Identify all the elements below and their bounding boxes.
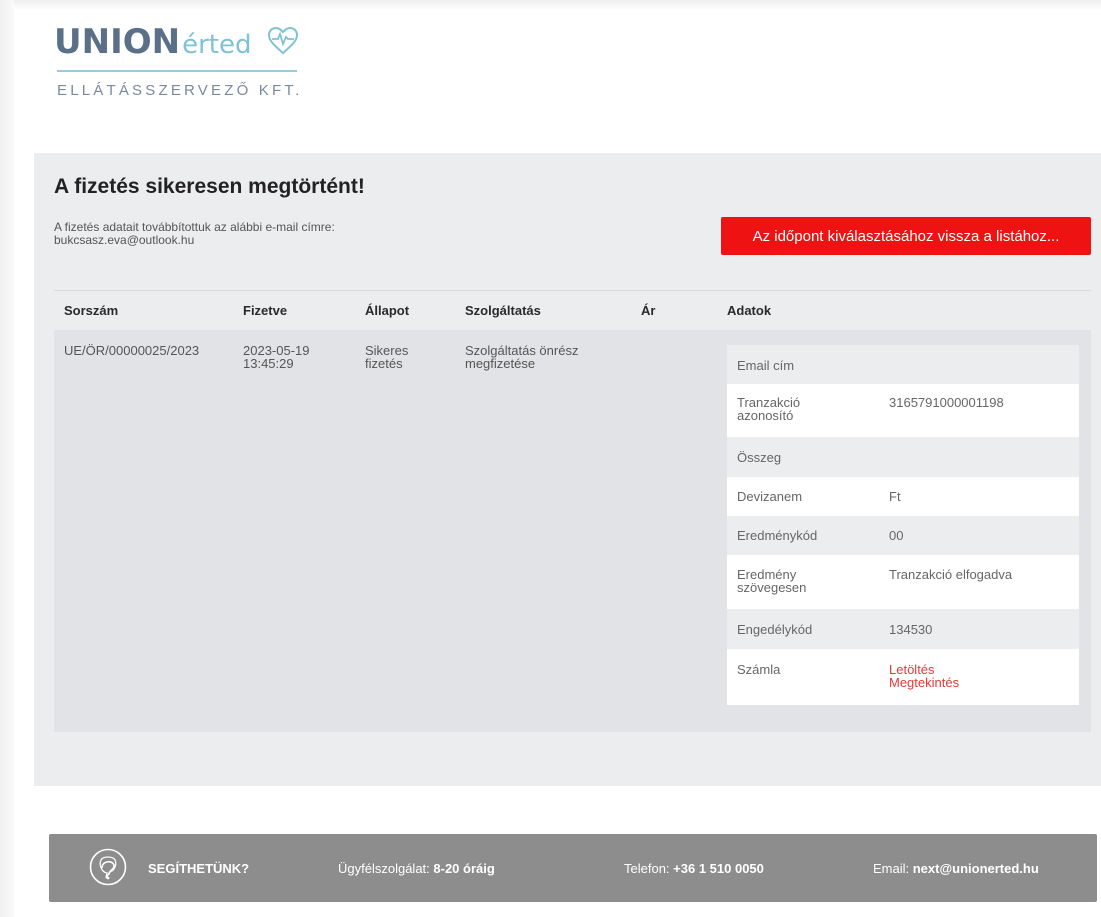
detail-label-currency: Devizanem bbox=[737, 489, 803, 504]
logo-wordmark: UNION érted bbox=[54, 22, 251, 70]
page-shadow bbox=[0, 0, 14, 917]
col-header-fizetve: Fizetve bbox=[243, 303, 288, 318]
detail-row-auth-code: Engedélykód 134530 bbox=[727, 609, 1079, 649]
footer-email: Email: next@unionerted.hu bbox=[873, 861, 1039, 876]
detail-row-result-text: Eredmény szövegesen Tranzakció elfogadva bbox=[727, 555, 1079, 609]
detail-label-transaction-id-line2: azonosító bbox=[737, 408, 794, 423]
detail-value-result-text: Tranzakció elfogadva bbox=[889, 567, 1013, 582]
footer-phone: Telefon: +36 1 510 0050 bbox=[624, 861, 764, 876]
logo-subtitle: ELLÁTÁSSZERVEZŐ KFT. bbox=[57, 82, 303, 99]
detail-row-transaction-id: Tranzakció azonosító 3165791000001198 bbox=[727, 384, 1079, 437]
footer-phone-label: Telefon: bbox=[624, 861, 674, 876]
cell-fizetve-time: 13:45:29 bbox=[243, 356, 294, 371]
heart-pulse-icon bbox=[267, 26, 299, 55]
detail-label-amount: Összeg bbox=[737, 450, 782, 465]
detail-label-result-text: Eredmény szövegesen bbox=[727, 555, 889, 609]
info-email: bukcsasz.eva@outlook.hu bbox=[54, 233, 195, 247]
footer-service-label: Ügyfélszolgálat: bbox=[338, 861, 434, 876]
footer-help-bar: SEGÍTHETÜNK? Ügyfélszolgálat: 8-20 óráig… bbox=[49, 834, 1097, 902]
detail-row-invoice: Számla Letöltés Megtekintés bbox=[727, 649, 1079, 705]
cell-sorszam: UE/ÖR/00000025/2023 bbox=[64, 343, 200, 358]
detail-label-auth-code: Engedélykód bbox=[737, 622, 813, 637]
cell-szolgaltatas-line2: megfizetése bbox=[465, 356, 536, 371]
payment-result-panel: A fizetés sikeresen megtörtént! A fizeté… bbox=[34, 153, 1101, 786]
question-bubble-icon bbox=[89, 848, 127, 886]
col-header-adatok: Adatok bbox=[727, 303, 772, 318]
detail-row-amount: Összeg bbox=[727, 437, 1079, 477]
company-logo[interactable]: UNION érted ELLÁTÁSSZERVEZŐ KFT. bbox=[54, 20, 314, 110]
col-header-sorszam: Sorszám bbox=[64, 303, 119, 318]
detail-value-amount bbox=[889, 437, 1079, 477]
footer-email-link[interactable]: next@unionerted.hu bbox=[913, 861, 1039, 876]
col-header-allapot: Állapot bbox=[365, 303, 410, 318]
footer-help-title: SEGÍTHETÜNK? bbox=[148, 861, 250, 876]
invoice-view-link[interactable]: Megtekintés bbox=[889, 676, 1079, 689]
detail-row-email: Email cím bbox=[727, 345, 1079, 384]
transaction-details-table: Email cím Tranzakció azonosító 316579100… bbox=[727, 345, 1079, 705]
footer-service-hours: Ügyfélszolgálat: 8-20 óráig bbox=[338, 861, 495, 876]
page-title: A fizetés sikeresen megtörtént! bbox=[54, 175, 365, 198]
col-header-ar: Ár bbox=[641, 303, 656, 318]
footer-service-value: 8-20 óráig bbox=[433, 861, 495, 876]
cell-allapot: Sikeres fizetés bbox=[365, 344, 408, 370]
col-header-szolgaltatas: Szolgáltatás bbox=[465, 303, 541, 318]
detail-row-currency: Devizanem Ft bbox=[727, 477, 1079, 516]
detail-value-currency: Ft bbox=[889, 489, 901, 504]
detail-label-transaction-id: Tranzakció azonosító bbox=[727, 384, 889, 437]
divider bbox=[54, 290, 1091, 291]
detail-value-transaction-id: 3165791000001198 bbox=[889, 395, 1004, 410]
back-to-list-button[interactable]: Az időpont kiválasztásához vissza a list… bbox=[721, 217, 1091, 255]
detail-value-email bbox=[889, 345, 1079, 384]
logo-brand-bold: UNION bbox=[54, 22, 181, 62]
footer-phone-link[interactable]: +36 1 510 0050 bbox=[673, 861, 764, 876]
detail-label-invoice: Számla bbox=[737, 662, 781, 677]
logo-underline bbox=[57, 70, 297, 72]
table-row: UE/ÖR/00000025/2023 2023-05-19 13:45:29 … bbox=[54, 330, 1091, 732]
cell-fizetve: 2023-05-19 13:45:29 bbox=[243, 344, 310, 370]
detail-label-result-text-line2: szövegesen bbox=[737, 580, 807, 595]
detail-label-email: Email cím bbox=[737, 358, 795, 373]
detail-label-result-code: Eredménykód bbox=[737, 528, 818, 543]
cell-allapot-line2: fizetés bbox=[365, 356, 403, 371]
footer-email-label: Email: bbox=[873, 861, 913, 876]
detail-value-auth-code: 134530 bbox=[889, 622, 933, 637]
logo-brand-light: érted bbox=[182, 30, 252, 60]
detail-value-invoice: Letöltés Megtekintés bbox=[889, 649, 1079, 705]
top-shadow bbox=[0, 0, 1101, 10]
cell-szolgaltatas: Szolgáltatás önrész megfizetése bbox=[465, 344, 578, 370]
detail-value-result-code: 00 bbox=[889, 528, 904, 543]
detail-row-result-code: Eredménykód 00 bbox=[727, 516, 1079, 555]
